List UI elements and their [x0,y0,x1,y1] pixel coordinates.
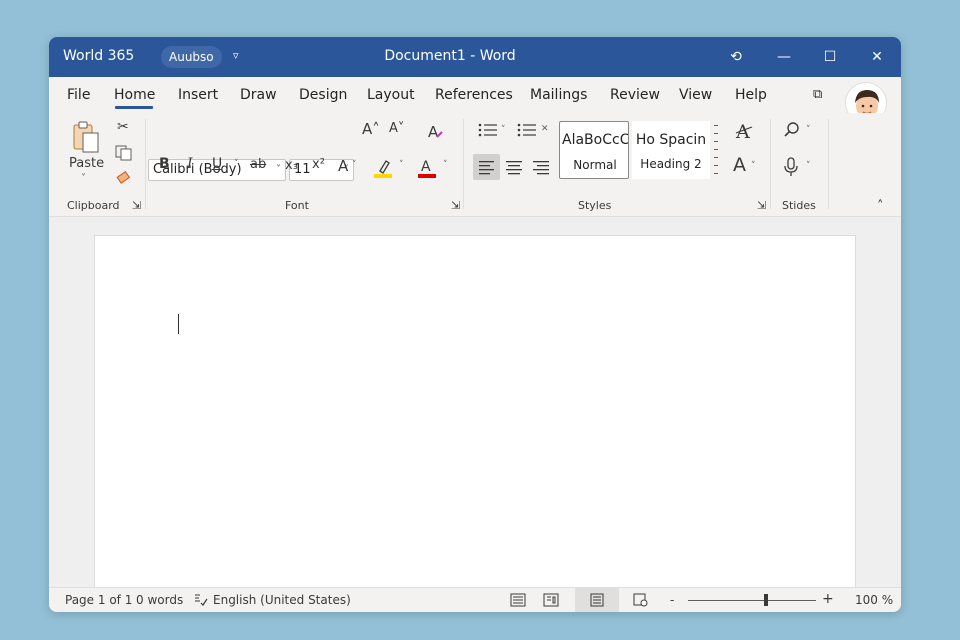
paste-label[interactable]: Paste [69,156,104,171]
strikethrough-button[interactable]: ab [250,157,266,172]
align-left-button[interactable] [473,154,500,180]
cut-icon[interactable]: ✂ [117,119,129,135]
align-center-icon[interactable] [504,158,524,176]
tab-help[interactable]: Help [735,87,767,103]
tab-review[interactable]: Review [610,87,660,103]
shrink-font-button[interactable]: A˅ [389,121,404,136]
font-group-label: Font [285,199,309,212]
clear-formatting-icon[interactable]: A [427,122,447,140]
style-normal-name: Normal [573,158,617,172]
format-painter-icon[interactable] [115,169,133,185]
text-style-icon[interactable]: A [733,154,746,176]
underline-dropdown-icon[interactable]: ˅ [234,159,239,169]
word-window: World 365 Auubso ▿ Document1 - Word ⟲ — … [49,37,901,612]
tab-view[interactable]: View [679,87,712,103]
styles-launcher-icon[interactable]: ⇲ [757,199,766,212]
font-color-icon[interactable]: A [417,157,437,179]
tab-home[interactable]: Home [114,87,155,103]
highlight-color-swatch [374,174,392,178]
minimize-button[interactable]: — [771,44,797,70]
document-page[interactable] [94,235,856,595]
underline-button[interactable]: U [212,156,222,172]
style-heading2-preview: Ho Spacin [635,132,707,148]
print-layout-icon[interactable] [589,593,605,607]
search-icon[interactable] [783,121,801,139]
read-mode-icon[interactable] [510,593,526,607]
clipboard-group-label: Clipboard [67,199,120,212]
tab-file[interactable]: File [67,87,90,103]
divider [828,119,829,209]
web-layout-icon[interactable] [543,593,559,607]
highlight-icon[interactable] [373,157,393,179]
editing-group-label: Stides [782,199,816,212]
subscript-button[interactable]: x₃ [285,158,298,173]
close-button[interactable]: ✕ [864,44,890,70]
ribbon-tabs: File Home Insert Draw Design Layout Refe… [49,77,901,113]
bold-button[interactable]: B [159,156,170,172]
styles-pane-icon[interactable]: A [733,120,755,142]
text-effects-dropdown-icon[interactable]: ˅ [352,160,357,170]
zoom-out-button[interactable]: - [670,593,674,607]
italic-button[interactable]: I [187,156,193,172]
language[interactable]: English (United States) [213,593,351,607]
text-cursor [178,314,179,334]
divider [463,119,464,209]
dictate-dropdown-icon[interactable]: ˅ [806,161,811,171]
paste-icon[interactable] [71,121,101,155]
font-color-swatch [418,174,436,178]
word-count[interactable]: 0 words [136,593,183,607]
superscript-button[interactable]: x² [312,157,325,172]
collapse-ribbon-button[interactable]: ˄ [877,199,884,214]
tab-layout[interactable]: Layout [367,87,415,103]
sync-icon[interactable]: ⟲ [723,44,749,70]
styles-group-label: Styles [578,199,612,212]
numbering-dropdown-icon[interactable]: ✕ [541,124,549,134]
dictate-icon[interactable] [783,157,799,177]
style-normal-preview: AlaBoCcC [562,132,628,148]
proofing-icon[interactable] [194,594,208,607]
zoom-level[interactable]: 100 % [855,593,893,607]
style-heading2-name: Heading 2 [640,157,702,171]
title-bar: World 365 Auubso ▿ Document1 - Word ⟲ — … [49,37,901,77]
divider [145,119,146,209]
tab-draw[interactable]: Draw [240,87,277,103]
text-style-dropdown-icon[interactable]: ˅ [751,161,756,171]
style-normal[interactable]: AlaBoCcC Normal [559,121,629,179]
tab-design[interactable]: Design [299,87,347,103]
ribbon: Paste ˅ ✂ Clipboard ⇲ Calibri (Body) ˅ 1… [49,113,901,217]
zoom-slider-thumb[interactable] [764,594,768,606]
bullets-icon[interactable] [477,122,499,138]
clipboard-launcher-icon[interactable]: ⇲ [132,199,141,212]
document-canvas [49,217,901,595]
zoom-in-button[interactable]: + [822,591,834,607]
styles-scroll[interactable] [713,123,719,179]
copy-icon[interactable] [115,145,133,161]
svg-text:A: A [421,159,431,175]
maximize-button[interactable]: ☐ [817,44,843,70]
divider [770,119,771,209]
numbering-icon[interactable] [516,122,538,138]
style-heading2[interactable]: Ho Spacin Heading 2 [632,121,710,179]
find-dropdown-icon[interactable]: ˅ [806,125,811,135]
svg-text:A: A [428,123,439,140]
zoom-slider[interactable] [688,600,816,601]
grow-font-button[interactable]: A˄ [362,120,380,138]
tab-references[interactable]: References [435,87,513,103]
page-count[interactable]: Page 1 of 1 [65,593,132,607]
share-icon[interactable]: ⧉ [813,87,822,102]
paste-dropdown-icon[interactable]: ˅ [81,173,86,184]
highlight-dropdown-icon[interactable]: ˅ [399,160,404,170]
active-tab-indicator [115,106,153,109]
focus-mode-icon[interactable] [633,593,649,607]
chevron-down-icon: ˅ [276,164,281,175]
tab-insert[interactable]: Insert [178,87,218,103]
font-launcher-icon[interactable]: ⇲ [451,199,460,212]
font-color-dropdown-icon[interactable]: ˅ [443,160,448,170]
align-right-icon[interactable] [531,158,551,176]
bullets-dropdown-icon[interactable]: ˅ [501,125,506,135]
status-bar: Page 1 of 1 0 words English (United Stat… [49,587,901,612]
tab-mailings[interactable]: Mailings [530,87,587,103]
svg-text:A: A [735,121,750,142]
text-effects-button[interactable]: A [338,157,348,175]
